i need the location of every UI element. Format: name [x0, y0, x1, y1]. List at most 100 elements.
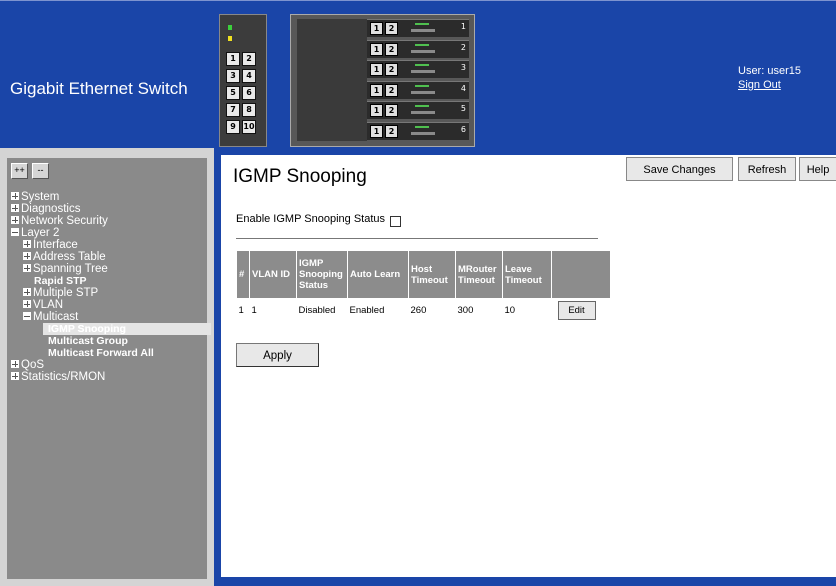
edit-button[interactable]: Edit: [557, 300, 596, 320]
column-header: MRouter Timeout: [455, 250, 503, 299]
table-cell: 1: [251, 304, 257, 316]
nav-item-multicast[interactable]: Multicast: [11, 311, 207, 323]
blade-port: 1: [370, 83, 383, 97]
expand-plus-icon[interactable]: [23, 264, 31, 272]
save-changes-button[interactable]: Save Changes: [626, 157, 733, 181]
nav-item-system[interactable]: System: [11, 191, 207, 203]
nav-item-label: System: [21, 191, 60, 203]
nav-item-label: Network Security: [21, 215, 108, 227]
blade-port: 2: [385, 104, 398, 117]
front-port-pair: 56: [226, 86, 256, 100]
nav-item-diagnostics[interactable]: Diagnostics: [11, 203, 207, 215]
chassis-blade: 12 6: [367, 121, 469, 140]
nav-item-label: Rapid STP: [34, 275, 87, 287]
front-port: 2: [242, 52, 256, 66]
blade-port: 1: [370, 124, 383, 138]
main-top-border: [214, 148, 836, 155]
front-port: 5: [226, 86, 240, 100]
blade-number: 4: [460, 83, 466, 93]
blade-port: 1: [370, 104, 383, 117]
table-cell: 10: [504, 304, 516, 316]
nav-item-layer-2[interactable]: Layer 2: [11, 227, 207, 239]
nav-item-label: Multicast: [33, 311, 79, 323]
table-cell-action: Edit: [552, 299, 611, 322]
page-title: IGMP Snooping: [233, 166, 367, 187]
refresh-button[interactable]: Refresh: [738, 157, 796, 181]
collapse-all-button[interactable]: --: [32, 163, 49, 179]
front-port: 3: [226, 69, 240, 83]
nav-item-label: Multicast Group: [48, 335, 128, 347]
device-chassis-image: 121122123124125126: [290, 14, 475, 147]
main-left-border: [214, 155, 221, 586]
expand-plus-icon[interactable]: [23, 240, 31, 248]
chassis-blade: 12 3: [367, 60, 469, 78]
table-cell: 260: [410, 304, 427, 316]
chassis-blade: 12 5: [367, 101, 469, 119]
table-cell: 1: [238, 304, 244, 316]
expand-all-button[interactable]: ++: [11, 163, 28, 179]
nav-item-vlan[interactable]: VLAN: [11, 299, 207, 311]
expand-plus-icon[interactable]: [23, 288, 31, 296]
column-header: #: [236, 250, 250, 299]
nav-item-label: QoS: [21, 359, 45, 371]
nav-item-multicast-forward-all[interactable]: Multicast Forward All: [11, 347, 207, 359]
sidebar: ++ -- System Diagnostics Network Security L…: [7, 158, 211, 579]
apply-button[interactable]: Apply: [236, 343, 319, 367]
front-port: 7: [226, 103, 240, 117]
nav-item-statistics-rmon[interactable]: Statistics/RMON: [11, 371, 207, 383]
user-label: User: user15: [738, 65, 801, 77]
device-front-panel-image: 1 2 3 4 5 6 7 8 9 10: [219, 14, 267, 147]
blade-number: 1: [460, 22, 466, 31]
expand-plus-icon[interactable]: [11, 204, 19, 212]
blade-number: 6: [460, 124, 466, 134]
nav-item-multiple-stp[interactable]: Multiple STP: [11, 287, 207, 299]
enable-igmp-checkbox[interactable]: [390, 216, 401, 227]
user-area: User: user15 Sign Out: [738, 64, 801, 92]
nav-item-qos[interactable]: QoS: [11, 359, 207, 371]
enable-igmp-label: Enable IGMP Snooping Status: [236, 213, 386, 225]
collapse-minus-icon[interactable]: [11, 228, 19, 236]
collapse-minus-icon[interactable]: [23, 312, 31, 320]
blade-port: 2: [385, 63, 398, 76]
blade-port: 1: [370, 63, 383, 76]
front-port-pair: 12: [226, 52, 256, 66]
header-banner: Gigabit Ethernet Switch 1 2 3 4 5 6 7 8 9 10 1211…: [0, 0, 836, 149]
nav-item-interface[interactable]: Interface: [11, 239, 207, 251]
table-row: 1 1 Disabled Enabled 260 300 10 Edit: [237, 299, 611, 322]
table-cell: Disabled: [298, 304, 336, 316]
help-button[interactable]: Help: [799, 157, 836, 181]
nav-tree: System Diagnostics Network Security Layer 2…: [11, 191, 211, 383]
nav-item-network-security[interactable]: Network Security: [11, 215, 207, 227]
expand-plus-icon[interactable]: [23, 300, 31, 308]
front-port-pair: 9 10: [226, 120, 256, 134]
front-port: 9: [226, 120, 240, 134]
table-header-row: # VLAN ID IGMP Snooping Status Auto Learn Ho…: [236, 250, 611, 299]
blade-number: 5: [460, 104, 466, 113]
nav-item-igmp-snooping[interactable]: IGMP Snooping: [43, 323, 211, 335]
nav-item-label: Address Table: [33, 251, 106, 263]
expand-plus-icon[interactable]: [11, 192, 19, 200]
front-port: 1: [226, 52, 240, 66]
column-header: VLAN ID: [249, 250, 297, 299]
blade-port: 2: [385, 83, 398, 97]
nav-item-multicast-group[interactable]: Multicast Group: [11, 335, 207, 347]
nav-item-label: Statistics/RMON: [21, 371, 106, 383]
nav-item-address-table[interactable]: Address Table: [11, 251, 207, 263]
sign-out-link[interactable]: Sign Out: [738, 78, 801, 92]
chassis-blade: 122: [367, 39, 469, 58]
nav-item-spanning-tree[interactable]: Spanning Tree: [11, 263, 207, 275]
front-port: 8: [242, 103, 256, 117]
product-title: Gigabit Ethernet Switch: [10, 79, 188, 98]
front-port-pair: 34: [226, 69, 256, 83]
nav-item-label: Interface: [33, 239, 78, 251]
igmp-table: # VLAN ID IGMP Snooping Status Auto Learn Ho…: [236, 250, 611, 321]
expand-plus-icon[interactable]: [11, 216, 19, 224]
chassis-blade: 121: [367, 19, 469, 37]
column-header: IGMP Snooping Status: [296, 250, 348, 299]
blade-number: 3: [460, 63, 466, 72]
nav-item-rapid-stp[interactable]: Rapid STP: [11, 275, 207, 287]
expand-plus-icon[interactable]: [11, 372, 19, 380]
nav-item-label: Layer 2: [21, 227, 60, 239]
expand-plus-icon[interactable]: [23, 252, 31, 260]
expand-plus-icon[interactable]: [11, 360, 19, 368]
